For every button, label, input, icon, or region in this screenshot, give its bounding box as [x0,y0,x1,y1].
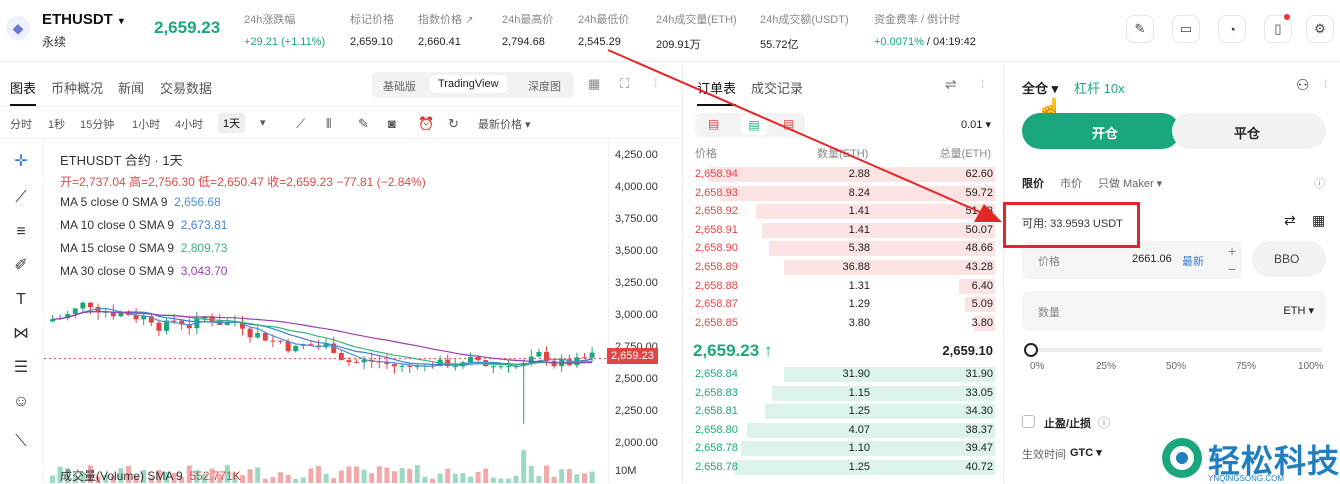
annotation-arrow [607,49,1002,222]
watermark-icon [1162,438,1202,478]
watermark-subtitle: YNQINGSONG.COM [1208,474,1285,483]
watermark-logo: 轻松科技 YNQINGSONG.COM [1160,436,1340,483]
